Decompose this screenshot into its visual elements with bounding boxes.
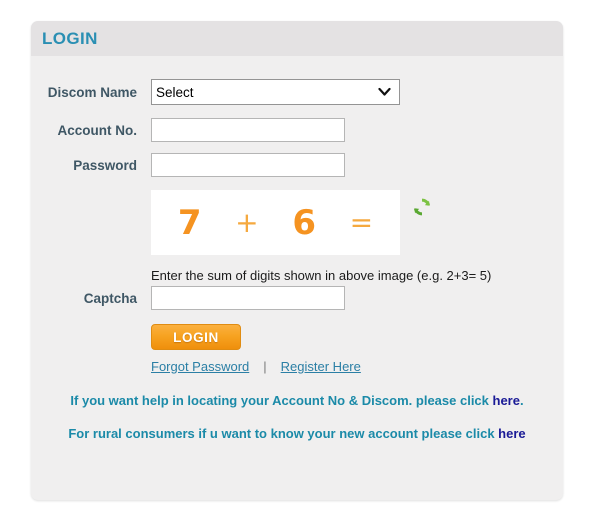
login-panel: LOGIN Discom Name Select Account No. Pas…: [31, 21, 563, 500]
discom-select-wrap: Select: [151, 79, 400, 105]
account-no-field-area: [151, 118, 563, 142]
register-here-link[interactable]: Register Here: [281, 359, 361, 374]
form-links: Forgot Password | Register Here: [151, 359, 563, 374]
help-line-rural-consumers: For rural consumers if u want to know yo…: [31, 426, 563, 441]
help-line-2-text: For rural consumers if u want to know yo…: [68, 426, 499, 441]
password-field-area: [151, 153, 563, 177]
captcha-image: 7 + 6 =: [151, 190, 400, 255]
help-line-account-discom: If you want help in locating your Accoun…: [31, 393, 563, 408]
captcha-input[interactable]: [151, 286, 345, 310]
panel-header: LOGIN: [31, 21, 563, 56]
captcha-input-row: Captcha: [31, 286, 563, 310]
discom-name-select[interactable]: Select: [151, 79, 400, 105]
login-button[interactable]: LOGIN: [151, 324, 241, 350]
captcha-operator: +: [235, 205, 259, 239]
page-title: LOGIN: [42, 28, 98, 48]
account-no-label: Account No.: [57, 122, 138, 138]
captcha-field-area: [151, 286, 563, 310]
link-separator: |: [263, 359, 267, 374]
refresh-icon: [411, 198, 433, 221]
help-line-1-suffix: .: [519, 393, 524, 408]
captcha-hint-text: Enter the sum of digits shown in above i…: [151, 268, 492, 283]
captcha-second-digit: 6: [292, 202, 316, 243]
help-line-2-link[interactable]: here: [498, 426, 525, 441]
forgot-password-link[interactable]: Forgot Password: [151, 359, 249, 374]
account-no-row: Account No.: [31, 118, 563, 142]
login-form: Discom Name Select Account No. Password: [31, 56, 563, 441]
help-line-1-text: If you want help in locating your Accoun…: [70, 393, 493, 408]
discom-name-field-area: Select: [151, 79, 563, 105]
password-row: Password: [31, 153, 563, 177]
refresh-captcha-button[interactable]: [411, 196, 433, 218]
captcha-label: Captcha: [83, 290, 137, 306]
discom-name-label: Discom Name: [47, 84, 137, 100]
password-input[interactable]: [151, 153, 345, 177]
help-line-1-link[interactable]: here: [493, 393, 520, 408]
captcha-image-row: 7 + 6 =: [31, 190, 563, 255]
account-no-input[interactable]: [151, 118, 345, 142]
login-button-row: LOGIN: [151, 324, 563, 350]
discom-name-row: Discom Name Select: [31, 79, 563, 105]
captcha-first-digit: 7: [177, 202, 202, 243]
password-label: Password: [73, 157, 137, 173]
captcha-equals: =: [349, 205, 374, 239]
